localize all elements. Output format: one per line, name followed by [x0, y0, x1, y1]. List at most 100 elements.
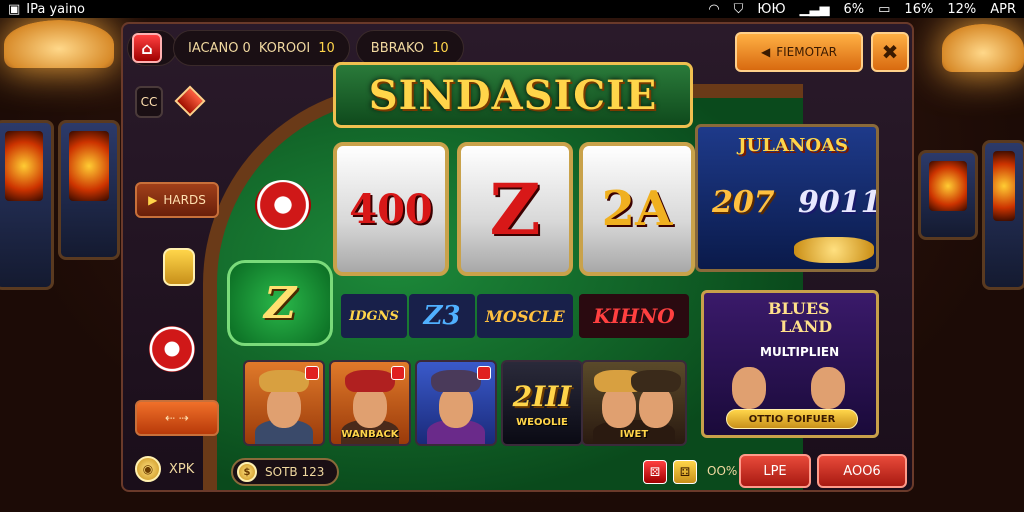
coin-label: XPK: [169, 461, 195, 477]
red-chip-icon: [255, 180, 311, 230]
badge-icon: [391, 366, 405, 380]
settings-button[interactable]: ✖: [871, 32, 909, 72]
game-title: SINDASICIE: [368, 71, 658, 119]
status-percent: 6%: [843, 1, 865, 17]
gold-chip-icon[interactable]: [163, 248, 195, 286]
logo-tile-1[interactable]: IDGNS: [341, 294, 407, 338]
cc-button[interactable]: CC: [135, 86, 163, 118]
game-card-5-label: IWET: [619, 429, 649, 440]
status-time: 12%: [947, 1, 977, 17]
hat-icon-2: [631, 370, 682, 392]
reel-2: Z: [457, 142, 573, 276]
hat-icon: [345, 370, 395, 392]
character-face: [353, 386, 387, 428]
logo-3-text: MOSCLE: [485, 306, 565, 326]
logo-2-text: Z3: [423, 301, 461, 331]
hat-icon: [431, 370, 481, 392]
logo-tile-3[interactable]: MOSCLE: [477, 294, 573, 338]
shield-icon: ⛉: [733, 1, 744, 17]
background-slot-machine-right: [918, 150, 978, 240]
status-month: APR: [990, 1, 1016, 17]
app-icon: ▣: [8, 1, 21, 17]
lpe-button-label: LPE: [763, 463, 787, 479]
arrow-left-icon: ◀: [760, 45, 771, 59]
dice-icon[interactable]: ⚄: [643, 460, 667, 484]
bet-amount-pill[interactable]: $ SOTB 123: [231, 458, 339, 486]
game-card-2[interactable]: WANBACK: [329, 360, 411, 446]
game-card-4[interactable]: 2III WEOOLIE: [501, 360, 583, 446]
coin-balance: ◉ XPK: [135, 456, 194, 482]
system-status-bar: ▣ IPa yaino ◠ ⛉ ЮЮ ▁▃▅ 6% ▭ 16% 12% APR: [0, 0, 1024, 18]
reel-3: 2A: [579, 142, 695, 276]
bonus-panel[interactable]: JULANOAS 207 9011: [695, 124, 879, 272]
promo-button-label: FIEMOTAR: [776, 45, 837, 59]
aoo6-button[interactable]: AOO6: [817, 454, 907, 488]
blues-footer-bar[interactable]: OTTIO FOIFUER: [726, 409, 858, 429]
status-battery: 16%: [904, 1, 934, 17]
gold-coins-pile: [794, 237, 874, 263]
reel-1: 400: [333, 142, 449, 276]
hards-label: HARDS: [163, 193, 206, 207]
game-card-5[interactable]: IWET: [581, 360, 687, 446]
bet-pill-top: BBRAKO 10: [355, 30, 464, 66]
game-card-4-label: WEOOLIE: [516, 417, 568, 428]
game-title-banner: SINDASICIE: [333, 62, 693, 128]
lpe-button[interactable]: LPE: [739, 454, 811, 488]
feature-tile[interactable]: Z: [227, 260, 333, 346]
game-window: ⌂ IACANO 0 KOROOI 10 BBRAKO 10 ◀ FIEMOTA…: [121, 22, 914, 492]
game-card-2-label: WANBACK: [341, 429, 399, 440]
mode-pill[interactable]: ⌂: [127, 30, 177, 66]
background-slot-machine-left: [0, 120, 54, 290]
game-card-3[interactable]: [415, 360, 497, 446]
character-face: [601, 386, 636, 428]
promo-button[interactable]: ◀ FIEMOTAR: [735, 32, 863, 72]
aoo6-button-label: AOO6: [843, 463, 881, 479]
right-lamp: [942, 24, 1024, 72]
bonus-left-value: 207: [712, 185, 775, 220]
bonus-title: JULANOAS: [738, 135, 848, 156]
battery-icon: ▭: [878, 1, 891, 17]
reel-1-symbol: 400: [349, 185, 433, 233]
feature-symbol: Z: [263, 277, 297, 329]
tools-icon: ✖: [881, 40, 899, 64]
gem-icon: [174, 85, 206, 117]
coin-symbol: $: [243, 466, 251, 478]
character-face: [267, 386, 301, 428]
badge-icon: [477, 366, 491, 380]
reel-3-symbol: 2A: [601, 181, 673, 237]
mode-label: IACANO 0: [188, 40, 251, 56]
musician-face: [731, 367, 766, 409]
blues-land-panel[interactable]: BLUES LAND MULTIPLIEN OTTIO FOIFUER: [701, 290, 879, 438]
reel-2-symbol: Z: [489, 167, 541, 251]
status-signal-text: ЮЮ: [757, 1, 786, 17]
cc-label: CC: [140, 95, 158, 109]
balance-value: 10: [318, 40, 335, 56]
percent-label: OO%: [707, 464, 738, 478]
background-slot-machine-right-2: [982, 140, 1024, 290]
home-icon[interactable]: ⌂: [132, 33, 162, 63]
bet-amount-text: SOTB 123: [265, 465, 325, 479]
blues-title-line1: BLUES: [768, 299, 830, 318]
balance-pill: IACANO 0 KOROOI 10: [173, 30, 350, 66]
gold-dice-icon[interactable]: ⚃: [673, 460, 697, 484]
logo-tile-2[interactable]: Z3: [409, 294, 475, 338]
bet-value: 10: [432, 40, 449, 56]
logo-tile-4[interactable]: KIHNO: [579, 294, 689, 338]
stacked-chips-icon: [149, 326, 195, 372]
character-face-2: [639, 386, 674, 428]
status-app-name: IPa yaino: [26, 1, 85, 17]
game-card-1[interactable]: [243, 360, 325, 446]
background-slot-machine-left-2: [58, 120, 120, 260]
logo-4-text: KIHNO: [593, 304, 675, 328]
arrows-button[interactable]: ⇠ ⇢: [135, 400, 219, 436]
badge-icon: [305, 366, 319, 380]
bet-label: BBRAKO: [370, 40, 425, 56]
play-icon: ▶: [148, 193, 158, 207]
signal-icon: ▁▃▅: [799, 1, 830, 17]
hards-button[interactable]: ▶ HARDS: [135, 182, 219, 218]
bonus-right-value: 9011: [798, 185, 879, 220]
game-card-4-number: 2III: [512, 380, 572, 413]
coin-icon-bottom: $: [237, 462, 257, 482]
blues-footer-label: OTTIO FOIFUER: [748, 413, 836, 425]
blues-subtitle: MULTIPLIEN: [760, 345, 840, 359]
